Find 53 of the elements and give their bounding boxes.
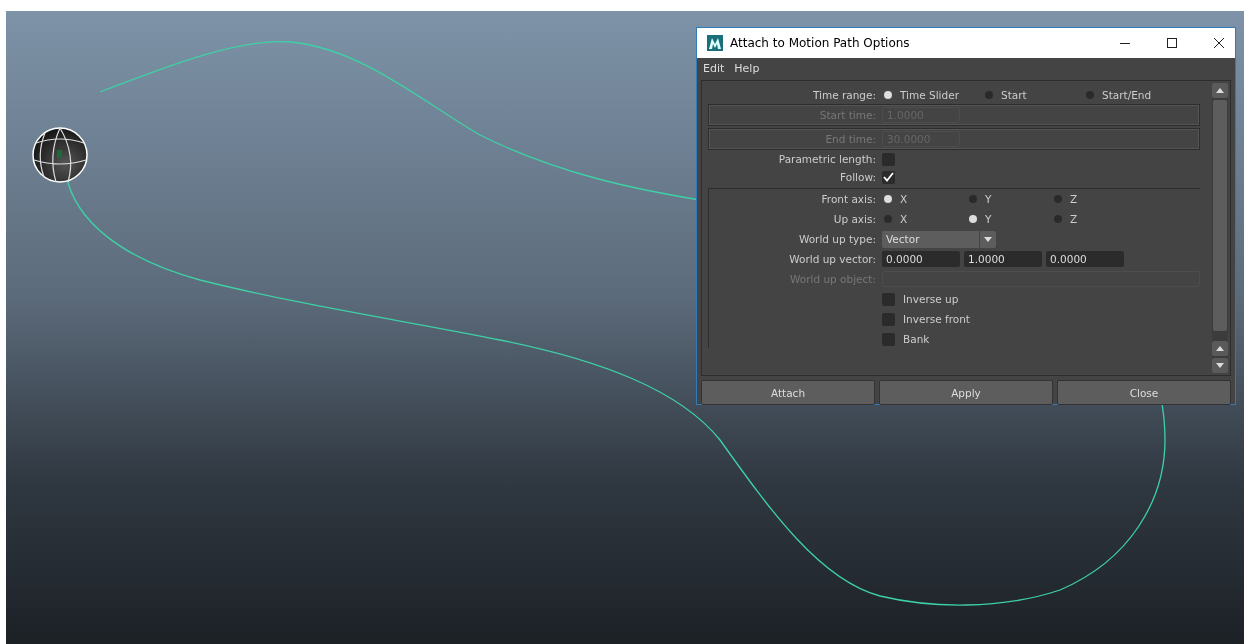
checkbox[interactable] <box>882 170 895 184</box>
checkbox[interactable] <box>882 332 895 346</box>
checkbox[interactable] <box>882 312 895 326</box>
radio-button[interactable] <box>985 91 993 99</box>
field-label: Follow: <box>839 171 877 183</box>
dropdown[interactable]: Vector <box>882 230 996 248</box>
checkbox[interactable] <box>882 292 895 306</box>
radio-button[interactable] <box>969 195 977 203</box>
option-label: X <box>900 213 908 225</box>
checkbox[interactable] <box>882 152 895 166</box>
input-field[interactable]: 0.0000 <box>882 251 960 267</box>
field-label: Up axis: <box>832 213 877 225</box>
field-label: World up vector: <box>788 253 877 265</box>
app-icon <box>707 35 723 51</box>
sphere-drawing <box>32 127 88 183</box>
input-field[interactable]: 1.0000 <box>964 251 1042 267</box>
radio-button[interactable] <box>884 91 892 99</box>
radio-button[interactable] <box>1054 215 1062 223</box>
option-label: Y <box>985 213 992 225</box>
window-title: Attach to Motion Path Options <box>730 36 910 50</box>
scroll-down-icon[interactable] <box>1212 358 1228 373</box>
field-label: Front axis: <box>820 193 877 205</box>
option-label: X <box>900 193 908 205</box>
caret-icon <box>984 236 992 242</box>
radio-button[interactable] <box>884 195 892 203</box>
scrollbar[interactable] <box>1212 83 1228 373</box>
option-label: Time Slider <box>900 89 959 101</box>
option-label: Z <box>1070 213 1078 225</box>
scroll-up-icon[interactable] <box>1212 341 1228 356</box>
radio-button[interactable] <box>1086 91 1094 99</box>
scroll-up-icon[interactable] <box>1212 83 1228 98</box>
scrollbar-thumb[interactable] <box>1213 100 1227 331</box>
maximize-icon[interactable] <box>1166 37 1178 49</box>
radio-button[interactable] <box>969 215 977 223</box>
close-icon[interactable] <box>1213 37 1225 49</box>
field-label: Time range: <box>811 89 877 101</box>
dialog-button[interactable]: Apply <box>879 380 1053 405</box>
option-label: Y <box>985 193 992 205</box>
menu-item[interactable]: Edit <box>703 61 725 75</box>
field-label: World up type: <box>797 233 877 245</box>
radio-button[interactable] <box>884 215 892 223</box>
radio-button[interactable] <box>1054 195 1062 203</box>
field-label: Parametric length: <box>777 153 877 165</box>
menu-item[interactable]: Help <box>734 61 760 75</box>
dialog-button[interactable]: Attach <box>701 380 875 405</box>
checkbox-label: Bank <box>903 333 930 345</box>
dialog-button[interactable]: Close <box>1057 380 1231 405</box>
option-label: Start <box>1001 89 1027 101</box>
checkbox-label: Inverse front <box>903 313 970 325</box>
option-label: Start/End <box>1102 89 1152 101</box>
checkbox-label: Inverse up <box>903 293 959 305</box>
option-label: Z <box>1070 193 1078 205</box>
input-field[interactable]: 0.0000 <box>1046 251 1124 267</box>
